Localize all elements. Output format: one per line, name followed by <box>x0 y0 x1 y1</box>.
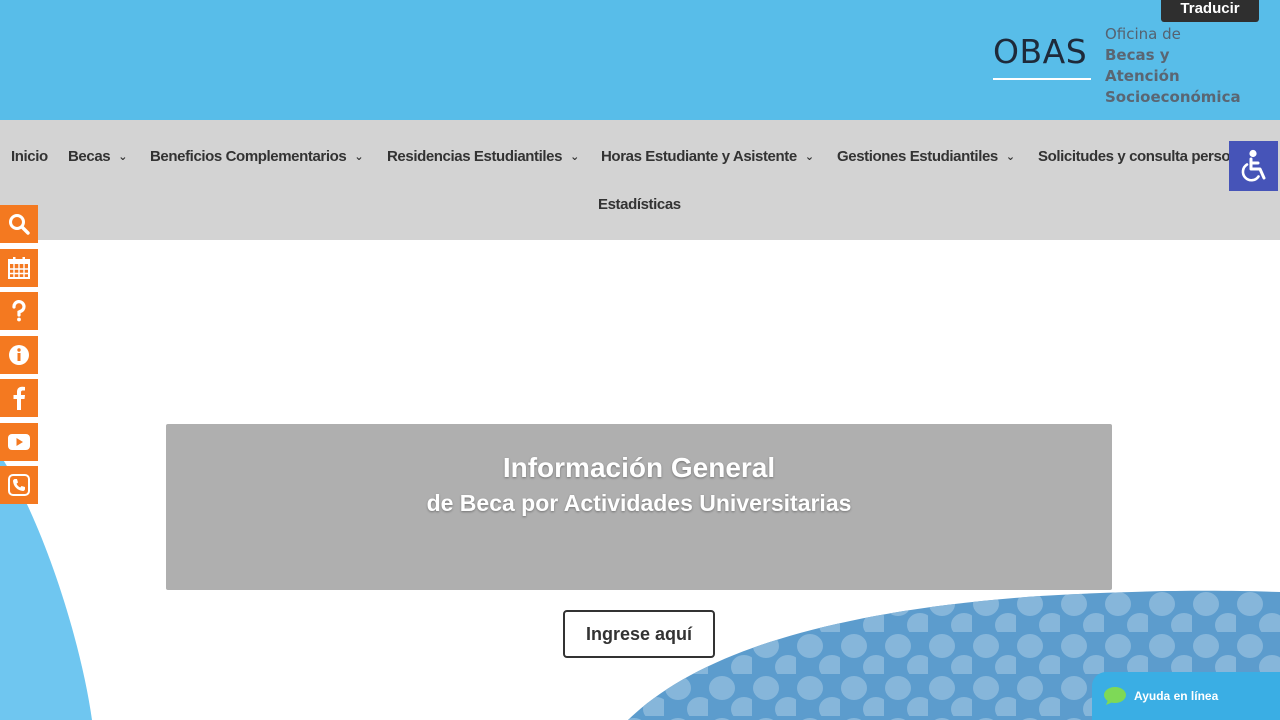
chevron-down-icon: ⌄ <box>804 151 814 163</box>
nav-item-solicitudes[interactable]: Solicitudes y consulta perso <box>1038 148 1231 165</box>
nav-item-label: Gestiones Estudiantiles <box>837 148 998 165</box>
youtube-icon <box>8 433 30 450</box>
hero-banner: Información General de Beca por Activida… <box>166 424 1112 590</box>
site-header: Traducir OBAS Oficina de Becas y Atenció… <box>0 0 1280 120</box>
question-icon <box>12 300 26 322</box>
logo-text: Oficina de Becas y Atención Socioeconómi… <box>1105 24 1243 108</box>
phone-icon <box>8 474 30 496</box>
info-button[interactable] <box>0 335 38 374</box>
hero-title: Información General <box>502 452 776 483</box>
logo-line-1: Oficina de <box>1105 25 1181 43</box>
help-button[interactable] <box>0 292 38 330</box>
online-help-chat[interactable]: Ayuda en línea <box>1092 672 1280 720</box>
phone-button[interactable] <box>0 466 38 504</box>
nav-item-label: Solicitudes y consulta perso <box>1038 148 1231 165</box>
logo-mark: OBAS <box>993 32 1088 71</box>
youtube-button[interactable] <box>0 422 38 461</box>
chevron-down-icon: ⌄ <box>570 151 579 163</box>
facebook-button[interactable] <box>0 379 38 417</box>
logo-line-3: Socioeconómica <box>1105 88 1241 106</box>
nav-item-residencias[interactable]: Residencias Estudiantiles ⌄ <box>387 148 579 165</box>
chat-bubble-icon <box>1104 687 1126 705</box>
nav-item-label: Residencias Estudiantiles <box>387 148 563 165</box>
accessibility-icon <box>1241 149 1265 182</box>
hero-subtitle: de Beca por Actividades Universitarias <box>426 490 852 516</box>
chevron-down-icon: ⌄ <box>354 151 364 163</box>
facebook-icon <box>13 386 25 410</box>
search-button[interactable] <box>0 205 38 243</box>
nav-item-inicio[interactable]: Inicio <box>11 148 48 165</box>
nav-item-label: Becas <box>68 148 111 165</box>
info-icon <box>9 344 29 365</box>
obas-logo[interactable]: OBAS Oficina de Becas y Atención Socioec… <box>993 22 1243 106</box>
calendar-button[interactable] <box>0 248 38 287</box>
search-icon <box>9 214 30 235</box>
nav-item-estadisticas[interactable]: Estadísticas <box>598 196 681 213</box>
accessibility-button[interactable] <box>1229 141 1278 191</box>
nav-item-label: Horas Estudiante y Asistente <box>601 148 797 165</box>
nav-item-beneficios[interactable]: Beneficios Complementarios ⌄ <box>150 148 364 165</box>
nav-item-label: Beneficios Complementarios <box>150 148 347 165</box>
chevron-down-icon: ⌄ <box>118 151 128 163</box>
chat-label: Ayuda en línea <box>1134 689 1219 703</box>
nav-item-horas[interactable]: Horas Estudiante y Asistente ⌄ <box>601 148 814 165</box>
logo-line-2: Becas y Atención <box>1105 46 1180 85</box>
nav-item-becas[interactable]: Becas ⌄ <box>68 148 127 165</box>
enter-here-button[interactable]: Ingrese aquí <box>563 610 715 658</box>
translate-button[interactable]: Traducir <box>1161 0 1259 22</box>
calendar-icon <box>8 256 30 279</box>
quick-access-bar <box>0 205 38 510</box>
nav-item-label: Inicio <box>11 148 48 165</box>
nav-item-gestiones[interactable]: Gestiones Estudiantiles ⌄ <box>837 148 1015 165</box>
chevron-down-icon: ⌄ <box>1005 151 1015 163</box>
main-nav: Inicio Becas ⌄ Beneficios Complementarios… <box>0 120 1280 240</box>
logo-underline <box>993 78 1091 80</box>
